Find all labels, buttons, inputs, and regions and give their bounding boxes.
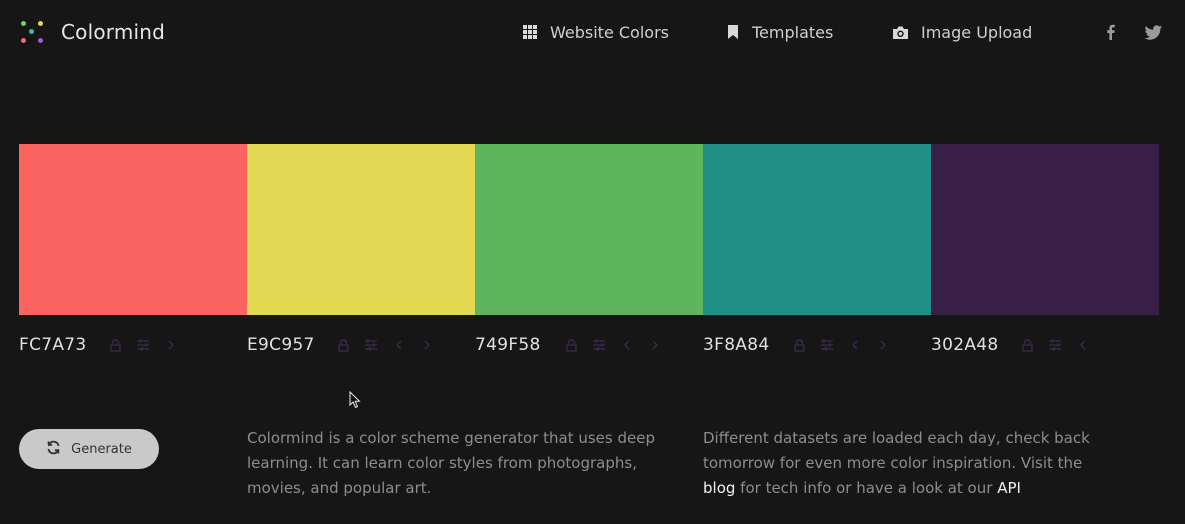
camera-icon [892,25,909,40]
swatch-label-5: 302A48 [931,330,1159,360]
facebook-icon[interactable] [1102,23,1120,41]
twitter-icon[interactable] [1144,23,1162,41]
generate-button[interactable]: Generate [19,429,159,469]
color-swatch-5[interactable] [931,144,1159,315]
color-palette [19,144,1159,315]
sliders-icon[interactable] [129,334,157,356]
swatch-label-4: 3F8A84 [703,330,931,360]
hex-code[interactable]: 749F58 [475,335,557,355]
logo-dot [38,21,43,26]
sliders-icon[interactable] [357,334,385,356]
lock-icon[interactable] [329,334,357,356]
logo-dot [21,38,26,43]
swatch-label-3: 749F58 [475,330,703,360]
api-link[interactable]: API [997,479,1021,497]
logo-dot [38,38,43,43]
chevron-right-icon[interactable] [641,334,669,356]
hex-code[interactable]: 302A48 [931,335,1013,355]
logo-dot [29,29,34,34]
top-nav-bar: Colormind Website Colors Templates Image… [0,0,1185,64]
chevron-left-icon[interactable] [385,334,413,356]
nav-label: Templates [752,22,834,42]
datasets-text-middle: for tech info or have a look at our [740,479,993,497]
sliders-icon[interactable] [813,334,841,356]
chevron-left-icon[interactable] [841,334,869,356]
hex-code[interactable]: FC7A73 [19,335,101,355]
blog-link[interactable]: blog [703,479,735,497]
chevron-left-icon[interactable] [1069,334,1097,356]
nav-label: Image Upload [921,22,1033,42]
brand-name[interactable]: Colormind [61,20,165,44]
sliders-icon[interactable] [1041,334,1069,356]
color-swatch-1[interactable] [19,144,247,315]
intro-text: Colormind is a color scheme generator th… [247,429,655,497]
chevron-left-icon[interactable] [613,334,641,356]
color-swatch-4[interactable] [703,144,931,315]
logo-dot [21,21,26,26]
lock-icon[interactable] [1013,334,1041,356]
nav-image-upload[interactable]: Image Upload [892,21,1032,43]
mouse-cursor-icon [349,390,361,409]
chevron-right-icon[interactable] [157,334,185,356]
lock-icon[interactable] [785,334,813,356]
swatch-label-1: FC7A73 [19,330,247,360]
nav-website-colors[interactable]: Website Colors [522,21,669,43]
lock-icon[interactable] [101,334,129,356]
color-swatch-3[interactable] [475,144,703,315]
generate-label: Generate [71,441,132,457]
hex-code[interactable]: E9C957 [247,335,329,355]
chevron-right-icon[interactable] [413,334,441,356]
refresh-icon [46,440,61,459]
swatch-label-2: E9C957 [247,330,475,360]
datasets-text: Different datasets are loaded each day, … [703,426,1103,501]
chevron-right-icon[interactable] [869,334,897,356]
nav-label: Website Colors [550,22,669,42]
nav-templates[interactable]: Templates [726,21,833,43]
swatch-labels-row: FC7A73 E9C957 749F58 3F8A84 302A48 [19,330,1159,360]
sliders-icon[interactable] [585,334,613,356]
lock-icon[interactable] [557,334,585,356]
datasets-text-prefix: Different datasets are loaded each day, … [703,429,1090,472]
color-swatch-2[interactable] [247,144,475,315]
colormind-logo-icon[interactable] [17,17,47,47]
hex-code[interactable]: 3F8A84 [703,335,785,355]
bookmark-icon [726,24,740,40]
grid-icon [522,24,538,40]
